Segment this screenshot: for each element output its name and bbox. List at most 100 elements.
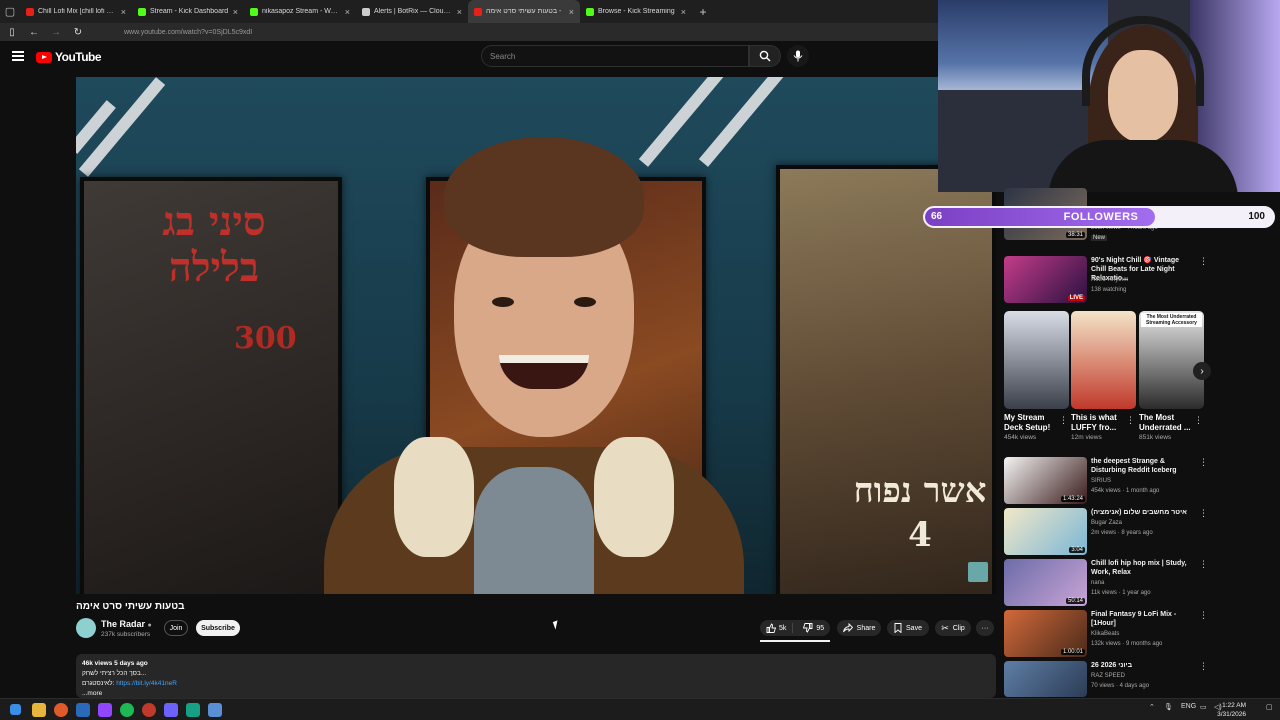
more-options-icon[interactable]: ⋮ (1199, 661, 1208, 672)
language-indicator[interactable]: ENG (1181, 703, 1196, 710)
tab-title: Chill Lofi Mix [chill lofi hip h (38, 8, 117, 15)
short-title: This is what LUFFY fro... (1071, 413, 1117, 432)
sidebar-thumbnail: LIVE (1004, 256, 1087, 303)
description-line: לאינסטגרם: https://bit.ly/4k41neR (82, 679, 990, 689)
app-icon[interactable] (208, 703, 222, 717)
search-input[interactable]: Search (481, 45, 749, 67)
browser-tab[interactable]: Stream - Kick Dashboard × (132, 0, 244, 23)
tab-title: בטעות עשיתי סרט אימה - (486, 8, 562, 15)
reload-icon[interactable]: ↻ (72, 27, 84, 38)
video-presenter (324, 137, 744, 594)
join-button[interactable]: Join (164, 620, 188, 636)
new-tab-button[interactable]: + (692, 0, 714, 23)
tray-chevron-icon[interactable]: ⌃ (1149, 703, 1155, 711)
browser-tab[interactable]: Browse - Kick Streaming × (580, 0, 692, 23)
sidebar-video-title: Chill lofi hip hop mix | Study, Work, Re… (1091, 560, 1187, 576)
forward-icon[interactable]: → (50, 27, 62, 38)
sidebar-channel-name[interactable]: KlikaBeats (1091, 631, 1119, 637)
sidebar-thumbnail: 1:43:24 (1004, 457, 1087, 504)
share-button[interactable]: Share (837, 620, 881, 636)
notifications-icon[interactable]: ▢ (1266, 703, 1273, 711)
menu-icon[interactable] (12, 51, 24, 61)
tab-close-icon[interactable]: × (457, 7, 462, 17)
movie-poster-right: אשר נפוח 4 (776, 165, 996, 594)
sidebar-video[interactable]: 1:43:24 the deepest Strange & Disturbing … (1004, 457, 1208, 505)
browser-icon[interactable] (54, 703, 68, 717)
short-card[interactable]: My Stream Deck Setup! 454k views ⋮ (1004, 311, 1069, 441)
tab-favicon-icon (474, 7, 482, 16)
video-duration: 1:43:24 (1060, 496, 1085, 502)
sidebar-channel-name[interactable]: RAZ SPEED (1091, 673, 1125, 679)
dislike-count: 95 (816, 624, 825, 632)
browser-tab[interactable]: Alerts | BotRix — Cloud Stream × (356, 0, 468, 23)
more-options-icon[interactable]: ⋮ (1059, 415, 1068, 426)
tab-close-icon[interactable]: × (569, 7, 574, 17)
sidebar-video[interactable]: 26 ביוני 2026 RAZ SPEED 70 views · 4 days … (1004, 661, 1208, 699)
more-options-icon[interactable]: ⋮ (1199, 256, 1208, 267)
sidebar-channel-name[interactable]: Bugar Zaza (1091, 520, 1122, 526)
tab-close-icon[interactable]: × (233, 7, 238, 17)
followers-goal: 100 (1248, 211, 1265, 222)
description-box[interactable]: 46k views 5 days ago בסך הכל רציתי לשחק.… (76, 654, 996, 698)
more-options-icon[interactable]: ⋮ (1126, 415, 1135, 426)
tab-close-icon[interactable]: × (121, 7, 126, 17)
back-icon[interactable]: ← (28, 27, 40, 38)
more-actions-button[interactable]: ··· (976, 620, 994, 636)
clock[interactable]: 1:22 AM 3/31/2026 (1217, 701, 1246, 719)
more-options-icon[interactable]: ⋮ (1199, 559, 1208, 570)
network-icon[interactable]: ▭ (1200, 703, 1207, 711)
shorts-next-button[interactable]: › (1193, 362, 1211, 380)
sidebar-channel-name[interactable]: Retro-Rhythm (1091, 277, 1128, 283)
clip-button[interactable]: ✂ Clip (935, 620, 971, 636)
sidebar-video[interactable]: 3:04 איטר מחשבים שלום (אנימציה) Bugar Zaza… (1004, 508, 1208, 556)
browser-tab[interactable]: בטעות עשיתי סרט אימה - × (468, 0, 580, 23)
more-options-icon[interactable]: ⋮ (1194, 415, 1203, 426)
url-field[interactable]: www.youtube.com/watch?v=0SjDL5c9xdI (124, 29, 252, 36)
tab-close-icon[interactable]: × (681, 7, 686, 17)
video-duration: 50:14 (1065, 598, 1085, 604)
more-options-icon[interactable]: ⋮ (1199, 508, 1208, 519)
like-button[interactable]: 5k (766, 623, 794, 633)
twitch-icon[interactable] (98, 703, 112, 717)
subscribe-button[interactable]: Subscribe (196, 620, 240, 636)
sidebar-channel-name[interactable]: nana (1091, 580, 1104, 586)
tab-close-icon[interactable]: × (345, 7, 350, 17)
poster-left-title: סיני בג בלילה (162, 198, 266, 291)
app-icon[interactable] (76, 703, 90, 717)
sidebar-toggle-icon[interactable]: ▯ (6, 27, 18, 38)
dislike-button[interactable]: 95 (797, 623, 824, 633)
save-button[interactable]: Save (887, 620, 929, 636)
browser-tab[interactable]: nikasapoz Stream - Watch Live × (244, 0, 356, 23)
search-button[interactable] (749, 45, 781, 67)
youtube-logo[interactable]: YouTube (36, 50, 102, 64)
channel-watermark[interactable] (968, 562, 988, 582)
sidebar-video[interactable]: 1:00:01 Final Fantasy 9 LoFi Mix - [1Hour… (1004, 610, 1208, 658)
app-icon[interactable] (186, 703, 200, 717)
obs-icon[interactable] (142, 703, 156, 717)
like-underline (760, 640, 830, 642)
more-options-icon[interactable]: ⋮ (1199, 610, 1208, 621)
browser-tab[interactable]: Chill Lofi Mix [chill lofi hip h × (20, 0, 132, 23)
voice-search-button[interactable] (787, 45, 809, 67)
mic-tray-icon[interactable]: 🎙 (1164, 703, 1173, 711)
short-title: The Most Underrated ... (1139, 413, 1191, 432)
start-icon[interactable] (10, 704, 21, 715)
youtube-play-icon (36, 51, 52, 63)
sidebar-video[interactable]: 50:14 Chill lofi hip hop mix | Study, Wor… (1004, 559, 1208, 607)
spotify-icon[interactable] (120, 703, 134, 717)
more-options-icon[interactable]: ⋮ (1199, 457, 1208, 468)
app-icon[interactable] (164, 703, 178, 717)
sidebar-thumbnail: 50:14 (1004, 559, 1087, 606)
sidebar-video[interactable]: LIVE 90's Night Chill 🎯 Vintage Chill Bea… (1004, 256, 1208, 304)
channel-avatar[interactable] (76, 618, 96, 638)
video-player[interactable]: סיני בג בלילה 300 אשר נפוח 4 (76, 77, 996, 594)
presenter-shirt (474, 467, 594, 594)
verified-icon: ● (147, 622, 152, 629)
sidebar-channel-name[interactable]: SIRIUS (1091, 478, 1111, 484)
tab-favicon-icon (586, 7, 594, 16)
channel-name[interactable]: The Radar ● (101, 619, 152, 629)
description-link[interactable]: https://bit.ly/4k41neR (116, 680, 177, 687)
file-explorer-icon[interactable] (32, 703, 46, 717)
tab-actions-icon[interactable]: ▢ (0, 0, 20, 23)
short-card[interactable]: This is what LUFFY fro... 12m views ⋮ (1071, 311, 1136, 441)
